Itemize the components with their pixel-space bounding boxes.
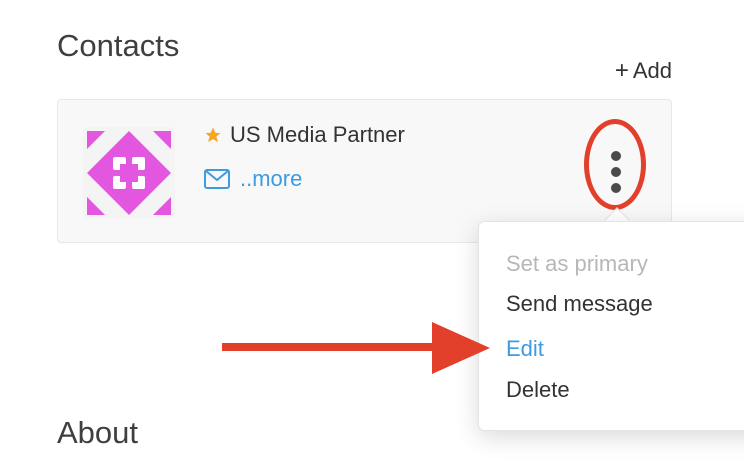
- star-icon: [205, 127, 221, 143]
- more-link-label: ..more: [240, 166, 303, 191]
- about-section-title: About: [57, 415, 139, 450]
- menu-item-send-message[interactable]: Send message: [506, 291, 653, 317]
- kebab-dot: [611, 183, 621, 193]
- contact-name: US Media Partner: [230, 122, 405, 147]
- menu-item-delete[interactable]: Delete: [506, 377, 570, 403]
- annotation-arrow: [222, 322, 490, 374]
- more-details-link[interactable]: ..more: [204, 166, 302, 192]
- contact-options-button[interactable]: [603, 151, 629, 201]
- kebab-dot: [611, 167, 621, 177]
- add-contact-label: Add: [632, 58, 672, 83]
- contact-name-row: US Media Partner: [204, 122, 405, 148]
- plus-icon: +: [614, 57, 629, 84]
- contacts-section-title: Contacts: [57, 28, 180, 63]
- add-contact-button[interactable]: + Add: [615, 58, 672, 84]
- envelope-icon: [204, 169, 230, 189]
- avatar: [83, 127, 175, 219]
- kebab-dot: [611, 151, 621, 161]
- contact-options-menu: Set as primary Send message Edit Delete: [478, 221, 744, 431]
- identicon-image: [83, 127, 175, 219]
- menu-item-edit[interactable]: Edit: [506, 336, 544, 362]
- menu-item-set-as-primary: Set as primary: [506, 251, 648, 276]
